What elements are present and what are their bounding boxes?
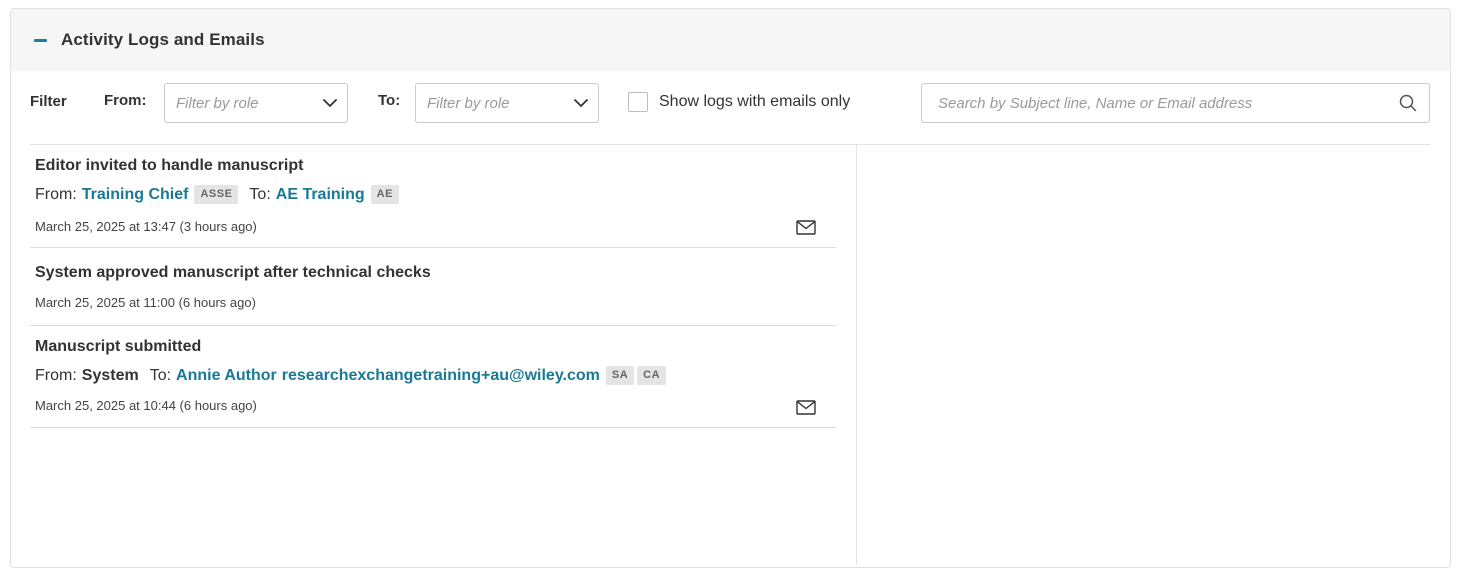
to-role-placeholder: Filter by role — [427, 94, 510, 112]
to-label: To: — [378, 92, 401, 109]
log-list: Editor invited to handle manuscript From… — [30, 145, 836, 428]
from-role-placeholder: Filter by role — [176, 94, 259, 112]
to-prefix: To: — [149, 366, 172, 384]
recipient-link[interactable]: AE Training — [276, 186, 365, 204]
to-prefix: To: — [249, 185, 271, 203]
log-entry[interactable]: Manuscript submitted From: System To: An… — [30, 326, 836, 428]
log-title: Manuscript submitted — [35, 338, 202, 355]
panel-body: Filter From: Filter by role To: Filter b… — [10, 0, 1451, 565]
chevron-down-icon — [313, 83, 347, 123]
from-prefix: From: — [35, 185, 77, 203]
from-label: From: — [104, 92, 147, 109]
from-prefix: From: — [35, 366, 77, 384]
filter-row: Filter From: Filter by role To: Filter b… — [10, 82, 1450, 124]
sender-link[interactable]: Training Chief — [82, 186, 189, 204]
from-role-select[interactable]: Filter by role — [164, 83, 348, 123]
search-input[interactable] — [936, 93, 1397, 113]
log-participants: From: System To: Annie Author researchex… — [35, 366, 667, 385]
log-timestamp: March 25, 2025 at 11:00 (6 hours ago) — [35, 295, 256, 310]
sender-name: System — [81, 366, 139, 384]
search-icon[interactable] — [1397, 92, 1419, 114]
column-divider — [856, 145, 857, 565]
filter-label: Filter — [30, 93, 67, 110]
log-entry[interactable]: Editor invited to handle manuscript From… — [30, 145, 836, 248]
recipient-link[interactable]: Annie Author — [176, 367, 277, 385]
log-title: System approved manuscript after technic… — [35, 264, 431, 281]
chevron-down-icon — [564, 83, 598, 123]
role-badge: ASSE — [194, 185, 239, 204]
recipient-email-link[interactable]: researchexchangetraining+au@wiley.com — [282, 367, 600, 385]
role-badge: AE — [370, 185, 399, 204]
emails-only-checkbox[interactable] — [628, 92, 648, 112]
to-role-select[interactable]: Filter by role — [415, 83, 599, 123]
log-title: Editor invited to handle manuscript — [35, 157, 304, 174]
log-timestamp: March 25, 2025 at 10:44 (6 hours ago) — [35, 398, 257, 413]
log-timestamp: March 25, 2025 at 13:47 (3 hours ago) — [35, 219, 257, 234]
log-entry[interactable]: System approved manuscript after technic… — [30, 248, 836, 326]
role-badge: CA — [637, 366, 667, 385]
emails-only-toggle[interactable]: Show logs with emails only — [628, 92, 850, 112]
mail-icon[interactable] — [796, 399, 816, 415]
emails-only-label: Show logs with emails only — [659, 93, 851, 110]
search-box — [921, 83, 1430, 123]
mail-icon[interactable] — [796, 219, 816, 235]
role-badge: SA — [605, 366, 635, 385]
log-participants: From: Training Chief ASSE To: AE Trainin… — [35, 185, 399, 204]
